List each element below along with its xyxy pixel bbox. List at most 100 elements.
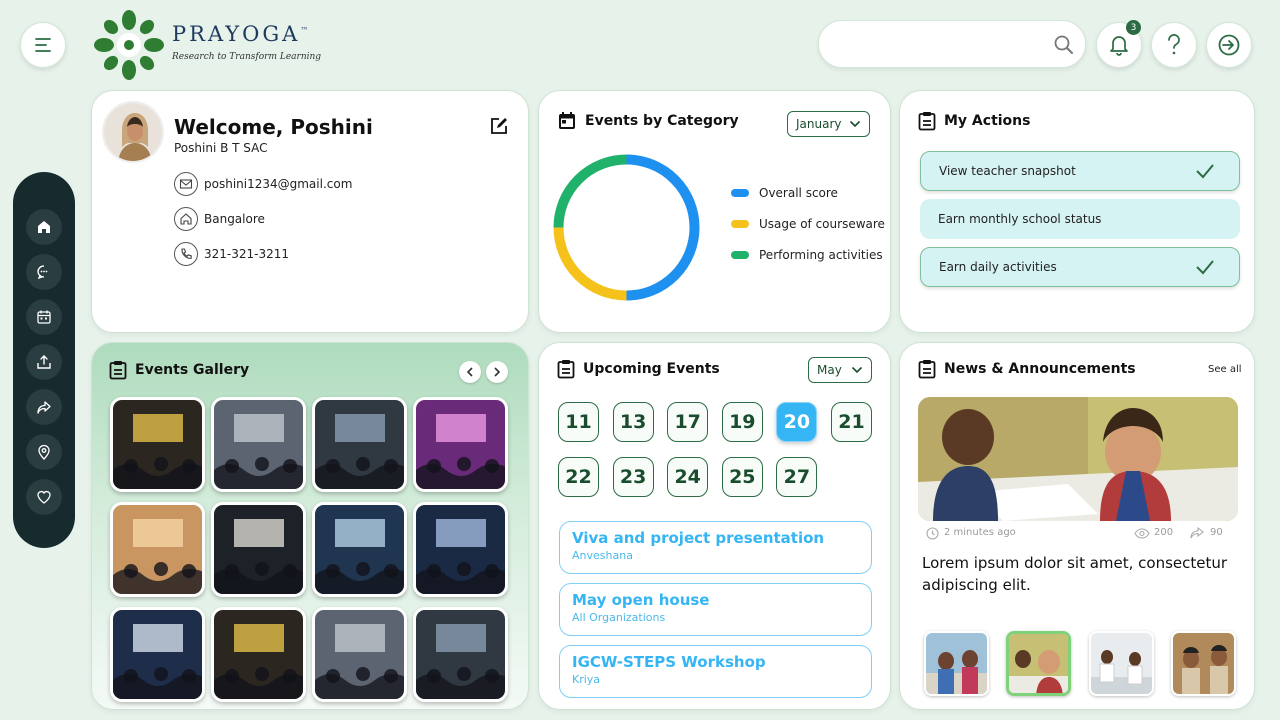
search-icon[interactable]: [1053, 34, 1075, 56]
nav-share-button[interactable]: [26, 389, 62, 425]
clipboard-icon: [109, 361, 127, 380]
logout-button[interactable]: [1206, 22, 1252, 68]
chevron-down-icon: [849, 120, 861, 128]
date-chip[interactable]: 19: [721, 402, 763, 442]
news-thumbnail[interactable]: [1089, 631, 1154, 696]
action-item[interactable]: Earn daily activities: [920, 247, 1240, 287]
chevron-right-icon: [494, 367, 501, 377]
email-row: poshini1234@gmail.com: [174, 172, 352, 196]
location-row: Bangalore: [174, 207, 265, 231]
search-bar[interactable]: [818, 20, 1086, 68]
news-thumbnail-selected[interactable]: [1006, 631, 1071, 696]
upcoming-month-value: May: [817, 363, 842, 377]
email-text[interactable]: poshini1234@gmail.com: [204, 177, 352, 191]
clock-icon: [926, 527, 939, 540]
gallery-photo[interactable]: [312, 397, 407, 492]
action-label: Earn monthly school status: [938, 212, 1102, 226]
hamburger-menu-icon: [35, 38, 51, 52]
chat-icon: [37, 265, 48, 280]
calendar-icon: [37, 310, 51, 324]
lotus-logo-icon: [94, 10, 164, 80]
news-thumbnail[interactable]: [924, 631, 989, 696]
chevron-down-icon: [851, 366, 863, 374]
side-nav: [13, 172, 75, 548]
event-item[interactable]: Viva and project presentation Anveshana: [559, 521, 872, 574]
event-organization: All Organizations: [572, 611, 666, 624]
share-icon[interactable]: [1190, 527, 1204, 539]
gallery-photo[interactable]: [211, 502, 306, 597]
category-month-dropdown[interactable]: January: [787, 111, 870, 137]
avatar: [102, 101, 164, 163]
gallery-photo[interactable]: [312, 502, 407, 597]
brand-tagline: Research to Transform Learning: [172, 52, 322, 62]
events-by-category-header: Events by Category: [557, 111, 739, 131]
gallery-photo[interactable]: [413, 607, 508, 702]
legend-item: Usage of courseware: [731, 217, 885, 231]
legend-swatch: [731, 251, 749, 259]
event-item[interactable]: IGCW-STEPS Workshop Kriya: [559, 645, 872, 698]
date-chip[interactable]: 21: [831, 402, 872, 442]
news-header: News & Announcements: [918, 359, 1136, 379]
gallery-photo[interactable]: [413, 397, 508, 492]
nav-upload-button[interactable]: [26, 344, 62, 380]
category-donut-chart: [553, 154, 700, 301]
gallery-photo[interactable]: [110, 397, 205, 492]
event-title: Viva and project presentation: [572, 529, 825, 547]
gallery-next-button[interactable]: [486, 361, 508, 383]
gallery-photo[interactable]: [413, 502, 508, 597]
help-button[interactable]: [1151, 22, 1197, 68]
gallery-photo[interactable]: [110, 502, 205, 597]
gallery-prev-button[interactable]: [459, 361, 481, 383]
date-chip[interactable]: 11: [558, 402, 599, 442]
action-item[interactable]: View teacher snapshot: [920, 151, 1240, 191]
phone-text[interactable]: 321-321-3211: [204, 247, 289, 261]
date-chip[interactable]: 24: [667, 457, 709, 497]
brand-name: PRAYOGA: [172, 22, 301, 46]
date-chip[interactable]: 17: [667, 402, 709, 442]
action-item[interactable]: Earn monthly school status: [920, 199, 1240, 239]
clipboard-icon: [557, 360, 575, 379]
date-chip[interactable]: 25: [721, 457, 763, 497]
date-chip[interactable]: 13: [612, 402, 654, 442]
notifications-button[interactable]: 3: [1096, 20, 1142, 68]
event-organization: Anveshana: [572, 549, 633, 562]
event-title: IGCW-STEPS Workshop: [572, 653, 766, 671]
gallery-photo[interactable]: [211, 397, 306, 492]
gallery-photo[interactable]: [312, 607, 407, 702]
gallery-photo[interactable]: [211, 607, 306, 702]
nav-messages-button[interactable]: [26, 254, 62, 290]
gallery-photo[interactable]: [110, 607, 205, 702]
news-headline[interactable]: Lorem ipsum dolor sit amet, consectetur …: [922, 552, 1240, 596]
nav-home-button[interactable]: [26, 209, 62, 245]
my-actions-card: My Actions View teacher snapshot Earn mon…: [899, 90, 1255, 333]
nav-calendar-button[interactable]: [26, 299, 62, 335]
event-item[interactable]: May open house All Organizations: [559, 583, 872, 636]
see-all-link[interactable]: See all: [1208, 364, 1242, 375]
legend-item: Performing activities: [731, 248, 883, 262]
date-chip[interactable]: 22: [558, 457, 599, 497]
share-arrow-icon: [37, 401, 51, 414]
nav-location-button[interactable]: [26, 434, 62, 470]
action-label: View teacher snapshot: [939, 164, 1076, 178]
nav-favorites-button[interactable]: [26, 479, 62, 515]
events-gallery-title: Events Gallery: [135, 362, 250, 378]
date-chip-selected[interactable]: 20: [776, 402, 818, 442]
action-label: Earn daily activities: [939, 260, 1057, 274]
location-pin-icon: [38, 444, 50, 460]
date-chip[interactable]: 23: [612, 457, 654, 497]
search-input[interactable]: [837, 33, 1037, 57]
edit-profile-icon[interactable]: [489, 116, 509, 136]
upcoming-month-dropdown[interactable]: May: [808, 357, 872, 383]
news-main-image[interactable]: [918, 397, 1238, 521]
event-title: May open house: [572, 591, 710, 609]
my-actions-title: My Actions: [944, 113, 1031, 129]
home-outline-icon: [174, 207, 198, 231]
brand-tm: ™: [300, 26, 309, 35]
bell-icon: [1110, 36, 1128, 56]
date-chip[interactable]: 27: [776, 457, 818, 497]
upcoming-events-title: Upcoming Events: [583, 361, 720, 377]
news-thumbnail[interactable]: [1171, 631, 1236, 696]
menu-button[interactable]: [20, 22, 66, 68]
phone-icon: [174, 242, 198, 266]
legend-item: Overall score: [731, 186, 838, 200]
